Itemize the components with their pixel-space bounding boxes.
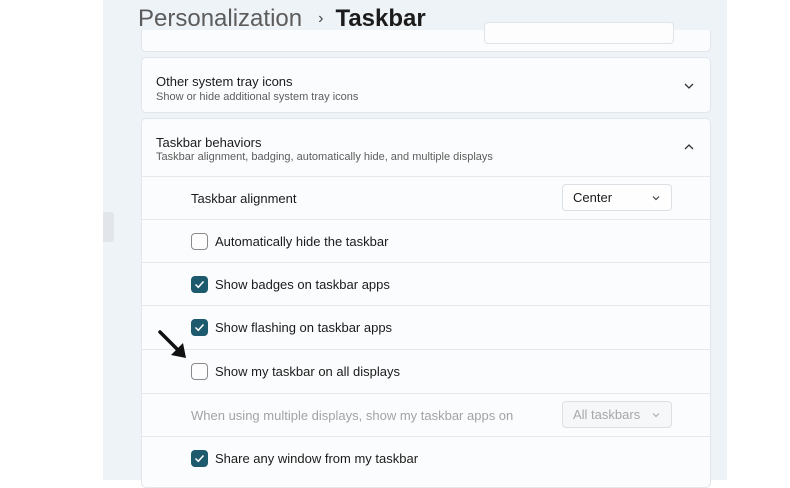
share-window-label: Share any window from my taskbar bbox=[215, 451, 419, 466]
annotation-arrow-icon bbox=[158, 330, 186, 358]
chevron-up-icon[interactable] bbox=[682, 140, 696, 154]
checkmark-icon bbox=[194, 454, 205, 463]
multi-display-apps-dropdown[interactable]: All taskbars bbox=[562, 401, 672, 428]
multi-display-apps-label: When using multiple displays, show my ta… bbox=[191, 408, 514, 423]
taskbar-behaviors-title: Taskbar behaviors bbox=[156, 135, 262, 150]
flashing-label: Show flashing on taskbar apps bbox=[215, 320, 393, 335]
breadcrumb-personalization[interactable]: Personalization bbox=[138, 5, 302, 33]
badges-row[interactable]: Show badges on taskbar apps bbox=[142, 262, 710, 306]
auto-hide-row[interactable]: Automatically hide the taskbar bbox=[142, 219, 710, 263]
flashing-row[interactable]: Show flashing on taskbar apps bbox=[142, 305, 710, 349]
taskbar-alignment-label: Taskbar alignment bbox=[191, 191, 297, 206]
chevron-down-icon bbox=[652, 413, 660, 418]
other-tray-title: Other system tray icons bbox=[156, 74, 293, 89]
partial-dropdown[interactable] bbox=[484, 22, 674, 44]
checkmark-icon bbox=[194, 280, 205, 289]
multi-display-apps-value: All taskbars bbox=[573, 407, 641, 422]
auto-hide-label: Automatically hide the taskbar bbox=[215, 234, 389, 249]
other-tray-subtitle: Show or hide additional system tray icon… bbox=[156, 91, 359, 103]
other-system-tray-icons-card[interactable]: Other system tray icons Show or hide add… bbox=[141, 57, 711, 113]
badges-label: Show badges on taskbar apps bbox=[215, 277, 390, 292]
checkmark-icon bbox=[194, 323, 205, 332]
taskbar-alignment-value: Center bbox=[573, 190, 613, 205]
all-displays-row[interactable]: Show my taskbar on all displays bbox=[142, 349, 710, 393]
partial-setting-card bbox=[141, 22, 711, 52]
taskbar-behaviors-card: Taskbar behaviors Taskbar alignment, bad… bbox=[141, 118, 711, 488]
taskbar-alignment-dropdown[interactable]: Center bbox=[562, 184, 672, 211]
share-window-checkbox[interactable] bbox=[191, 450, 208, 467]
badges-checkbox[interactable] bbox=[191, 276, 208, 293]
taskbar-behaviors-subtitle: Taskbar alignment, badging, automaticall… bbox=[156, 151, 493, 163]
taskbar-alignment-row: Taskbar alignment Center bbox=[142, 176, 710, 220]
chevron-down-icon[interactable] bbox=[682, 79, 696, 93]
multi-display-apps-row: When using multiple displays, show my ta… bbox=[142, 393, 710, 437]
share-window-row[interactable]: Share any window from my taskbar bbox=[142, 436, 710, 480]
all-displays-checkbox[interactable] bbox=[191, 363, 208, 380]
breadcrumb-separator-icon: › bbox=[318, 10, 324, 27]
chevron-down-icon bbox=[652, 196, 660, 201]
flashing-checkbox[interactable] bbox=[191, 319, 208, 336]
all-displays-label: Show my taskbar on all displays bbox=[215, 364, 400, 379]
page-title: Taskbar bbox=[335, 5, 426, 32]
auto-hide-checkbox[interactable] bbox=[191, 233, 208, 250]
scrollbar-thumb[interactable] bbox=[103, 212, 114, 242]
